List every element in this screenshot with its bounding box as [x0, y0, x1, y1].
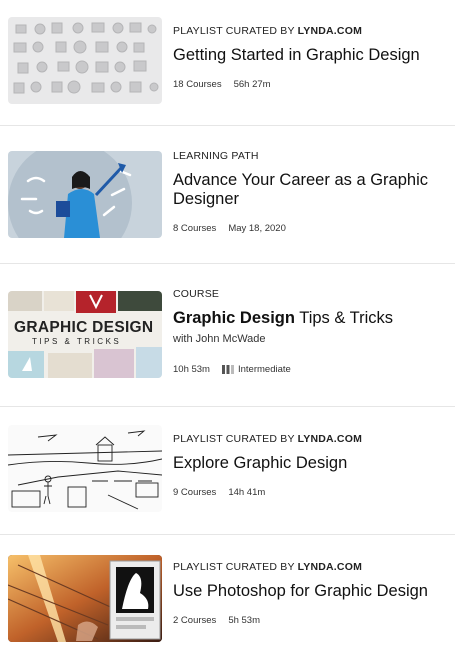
skill-level: Intermediate — [221, 364, 291, 375]
item-meta: PLAYLIST CURATED BY LYNDA.COM Explore Gr… — [173, 433, 449, 498]
thumbnail-tips-tricks[interactable]: GRAPHIC DESIGN TIPS & TRICKS — [8, 291, 162, 378]
item-stats: 9 Courses 14h 41m — [173, 487, 449, 498]
item-meta: PLAYLIST CURATED BY LYNDA.COM Getting St… — [173, 25, 449, 90]
item-type-label: COURSE — [173, 288, 220, 300]
item-title[interactable]: Explore Graphic Design — [173, 454, 449, 473]
item-title[interactable]: Advance Your Career as a Graphic Designe… — [173, 171, 449, 209]
item-type-label: PLAYLIST CURATED BY LYNDA.COM — [173, 25, 363, 37]
item-title-bold: Graphic Design — [173, 309, 295, 327]
duration: 5h 53m — [228, 615, 260, 626]
skill-level-label: Intermediate — [237, 364, 291, 375]
curator-name: LYNDA.COM — [297, 561, 363, 573]
thumbnail-sketch[interactable] — [8, 425, 162, 512]
item-stats: 2 Courses 5h 53m — [173, 615, 449, 626]
list-item[interactable]: PLAYLIST CURATED BY LYNDA.COM Getting St… — [0, 0, 455, 126]
curator-name: LYNDA.COM — [297, 25, 363, 37]
item-title[interactable]: Use Photoshop for Graphic Design — [173, 582, 449, 601]
thumbnail-icons-grid[interactable] — [8, 17, 162, 104]
item-meta: LEARNING PATH Advance Your Career as a G… — [173, 150, 449, 234]
author[interactable]: with John McWade — [173, 333, 449, 345]
list-item[interactable]: PLAYLIST CURATED BY LYNDA.COM Explore Gr… — [0, 407, 455, 535]
duration: 14h 41m — [228, 487, 266, 498]
thumb-subtitle: TIPS & TRICKS — [32, 337, 122, 346]
item-meta: COURSE Graphic Design Tips & Tricks with… — [173, 288, 449, 375]
item-title-rest: Tips & Tricks — [294, 309, 394, 327]
course-count: 9 Courses — [173, 487, 217, 498]
duration: 10h 53m — [173, 364, 210, 375]
item-stats: 10h 53m Intermediate — [173, 364, 449, 375]
item-type-label: LEARNING PATH — [173, 150, 259, 162]
list-item[interactable]: PLAYLIST CURATED BY LYNDA.COM Use Photos… — [0, 535, 455, 655]
course-count: 8 Courses — [173, 223, 217, 234]
thumb-title: GRAPHIC DESIGN — [14, 319, 154, 336]
item-title[interactable]: Graphic Design Tips & Tricks — [173, 309, 449, 328]
course-count: 2 Courses — [173, 615, 217, 626]
updated-date: May 18, 2020 — [228, 223, 286, 234]
item-stats: 18 Courses 56h 27m — [173, 79, 449, 90]
item-meta: PLAYLIST CURATED BY LYNDA.COM Use Photos… — [173, 561, 449, 626]
curator-name: LYNDA.COM — [297, 433, 363, 445]
course-count: 18 Courses — [173, 79, 222, 90]
item-stats: 8 Courses May 18, 2020 — [173, 223, 449, 234]
thumbnail-photoshop[interactable] — [8, 555, 162, 642]
thumbnail-career[interactable] — [8, 151, 162, 238]
item-type-label: PLAYLIST CURATED BY LYNDA.COM — [173, 433, 363, 445]
icons-grid-image — [13, 22, 159, 94]
duration: 56h 27m — [233, 79, 271, 90]
skill-level-icon — [221, 364, 234, 374]
item-type-label: PLAYLIST CURATED BY LYNDA.COM — [173, 561, 363, 573]
item-title[interactable]: Getting Started in Graphic Design — [173, 46, 449, 65]
list-item[interactable]: LEARNING PATH Advance Your Career as a G… — [0, 126, 455, 264]
list-item[interactable]: GRAPHIC DESIGN TIPS & TRICKS COURSE Grap… — [0, 264, 455, 407]
sketch-image — [8, 430, 162, 510]
photoshop-image — [8, 555, 162, 642]
career-illustration-image — [8, 151, 132, 238]
